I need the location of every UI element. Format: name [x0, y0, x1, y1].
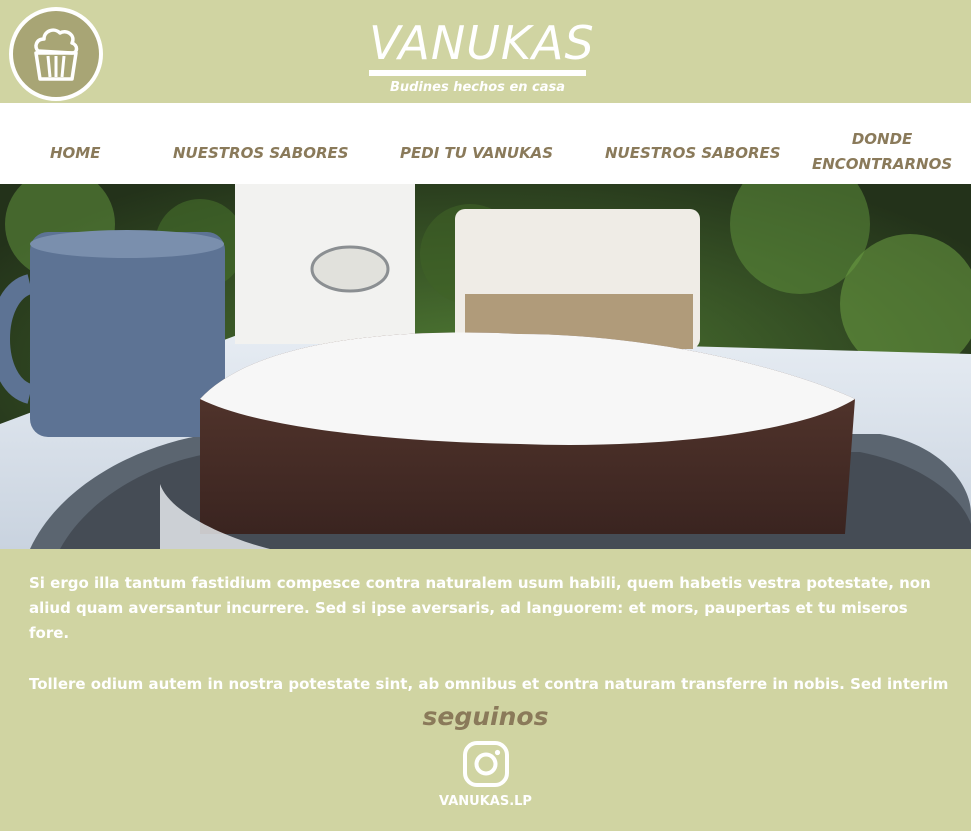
hero-photo	[0, 184, 971, 549]
hero-illustration	[0, 184, 971, 549]
instagram-handle[interactable]: VANUKAS.LP	[0, 794, 971, 809]
brand-title: VANUKAS	[369, 16, 595, 70]
nav-item-pedi-tu-vanukas[interactable]: PEDI TU VANUKAS	[400, 141, 553, 166]
nav-item-home[interactable]: HOME	[50, 141, 100, 166]
cupcake-icon	[34, 28, 79, 81]
nav-label-line1: DONDE	[851, 130, 913, 148]
nav-label-line2: ENCONTRARNOS	[812, 155, 953, 173]
nav-item-donde-encontrarnos[interactable]: DONDE ENCONTRARNOS	[812, 127, 952, 177]
brand-tagline: Budines hechos en casa	[389, 80, 566, 95]
main-nav: HOME NUESTROS SABORES PEDI TU VANUKAS NU…	[0, 103, 971, 184]
nav-item-nuestros-sabores[interactable]: NUESTROS SABORES	[173, 141, 349, 166]
follow-label: seguinos	[422, 702, 549, 731]
brand-logo[interactable]: VANUKAS	[369, 16, 595, 76]
nav-item-nuestros-sabores-2[interactable]: NUESTROS SABORES	[605, 141, 781, 166]
brand-underline	[369, 70, 586, 76]
social-section: seguinos VANUKAS.LP	[0, 702, 971, 809]
intro-paragraph-1: Si ergo illa tantum fastidium compesce c…	[29, 574, 931, 642]
intro-paragraph-2: Tollere odium autem in nostra potestate …	[29, 675, 949, 693]
logo-badge[interactable]	[9, 7, 103, 101]
intro-text: Si ergo illa tantum fastidium compesce c…	[29, 571, 949, 723]
site-header: VANUKAS Budines hechos en casa	[0, 0, 971, 103]
instagram-icon[interactable]	[462, 740, 510, 788]
